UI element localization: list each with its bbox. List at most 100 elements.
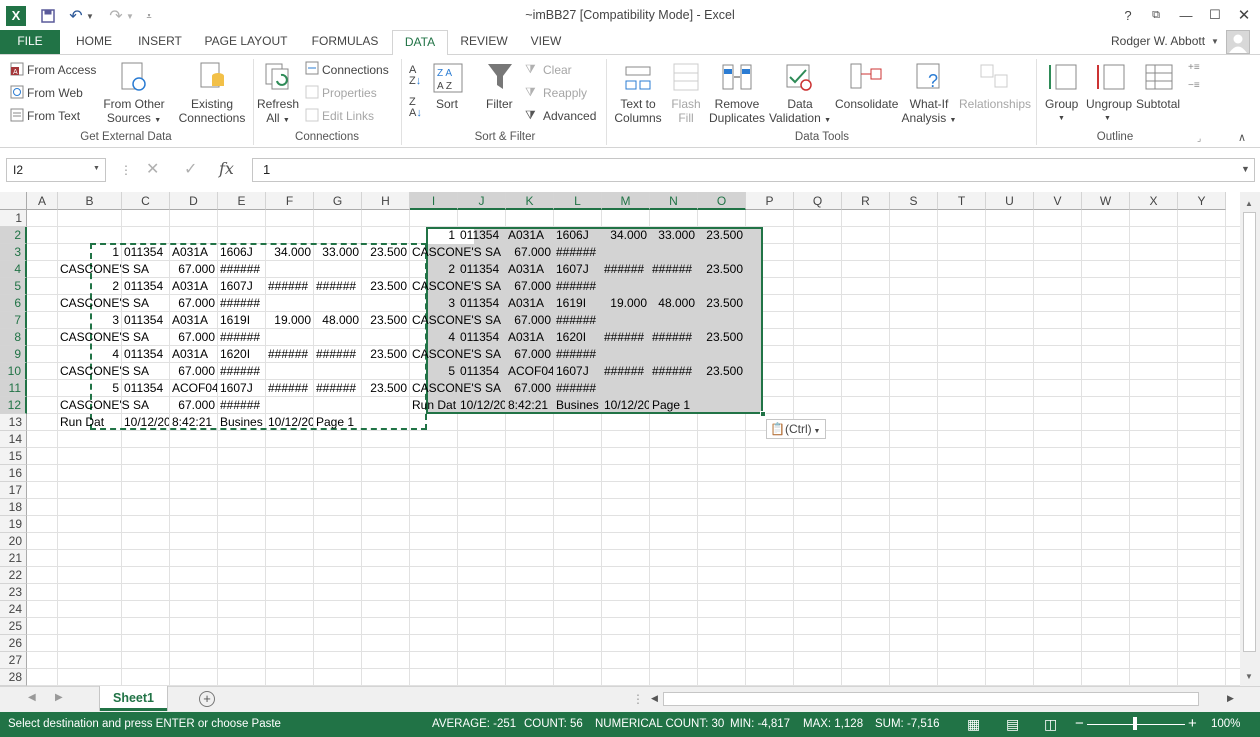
- cell-g13[interactable]: Page 1: [314, 414, 361, 431]
- cell-h11[interactable]: 23.500: [362, 380, 409, 397]
- cell-d6[interactable]: 67.000: [170, 295, 217, 312]
- cell-i3[interactable]: CASCONE'S SA: [410, 244, 504, 261]
- column-header-r[interactable]: R: [842, 192, 890, 210]
- cell-d3[interactable]: A031A: [170, 244, 217, 261]
- cell-o2[interactable]: 23.500: [698, 227, 745, 244]
- column-header-s[interactable]: S: [890, 192, 938, 210]
- cell-e7[interactable]: 1619I: [218, 312, 265, 329]
- help-button[interactable]: ?: [1114, 4, 1142, 26]
- cell-b5[interactable]: 2: [58, 278, 121, 295]
- cell-g5[interactable]: ######: [314, 278, 361, 295]
- row-header-2[interactable]: 2: [0, 227, 27, 244]
- row-header-1[interactable]: 1: [0, 210, 27, 227]
- prev-sheet-icon[interactable]: ◀: [28, 692, 36, 703]
- cell-g3[interactable]: 33.000: [314, 244, 361, 261]
- cell-h5[interactable]: 23.500: [362, 278, 409, 295]
- cell-f11[interactable]: ######: [266, 380, 313, 397]
- name-box-dropdown-icon[interactable]: ▼: [93, 165, 100, 172]
- column-header-w[interactable]: W: [1082, 192, 1130, 210]
- sheet-tab-sheet1[interactable]: Sheet1: [100, 686, 167, 711]
- cell-l3[interactable]: ######: [554, 244, 601, 261]
- cell-d11[interactable]: ACOF04: [170, 380, 217, 397]
- cell-b6[interactable]: CASCONE'S SA: [58, 295, 168, 312]
- cell-l5[interactable]: ######: [554, 278, 601, 295]
- new-sheet-icon[interactable]: +: [199, 691, 215, 707]
- row-header-16[interactable]: 16: [0, 465, 27, 482]
- from-access-button[interactable]: From Access: [27, 63, 96, 77]
- cell-c7[interactable]: 011354: [122, 312, 169, 329]
- cell-h3[interactable]: 23.500: [362, 244, 409, 261]
- cell-e11[interactable]: 1607J: [218, 380, 265, 397]
- zoom-in-icon[interactable]: +: [1188, 715, 1197, 732]
- cell-f13[interactable]: 10/12/20: [266, 414, 313, 431]
- cell-i7[interactable]: CASCONE'S SA: [410, 312, 504, 329]
- cell-e4[interactable]: ######: [218, 261, 265, 278]
- row-header-7[interactable]: 7: [0, 312, 27, 329]
- page-layout-view-icon[interactable]: ▤: [1006, 716, 1019, 733]
- normal-view-icon[interactable]: ▦: [967, 716, 980, 733]
- cell-l4[interactable]: 1607J: [554, 261, 601, 278]
- scroll-down-icon[interactable]: ▼: [1245, 672, 1253, 681]
- cell-e6[interactable]: ######: [218, 295, 265, 312]
- column-header-p[interactable]: P: [746, 192, 794, 210]
- row-header-5[interactable]: 5: [0, 278, 27, 295]
- column-header-i[interactable]: I: [410, 192, 458, 210]
- cell-c9[interactable]: 011354: [122, 346, 169, 363]
- column-header-e[interactable]: E: [218, 192, 266, 210]
- show-detail-icon[interactable]: +≡ −≡: [1188, 59, 1200, 95]
- cell-m10[interactable]: ######: [602, 363, 649, 380]
- cell-k2[interactable]: A031A: [506, 227, 553, 244]
- group-button[interactable]: Group: [1045, 97, 1078, 111]
- cell-b7[interactable]: 3: [58, 312, 121, 329]
- cell-m2[interactable]: 34.000: [602, 227, 649, 244]
- minimize-button[interactable]: —: [1172, 4, 1200, 26]
- tab-review[interactable]: REVIEW: [454, 30, 514, 54]
- scroll-thumb[interactable]: [1243, 212, 1256, 652]
- chevron-down-icon[interactable]: ▼: [1058, 115, 1065, 122]
- row-header-14[interactable]: 14: [0, 431, 27, 448]
- worksheet-grid[interactable]: ABCDEFGHIJKLMNOPQRSTUVWXY 1 2 3 4 5 6 7 8 9 10 11 1…: [0, 192, 1240, 686]
- tab-insert[interactable]: INSERT: [130, 30, 190, 54]
- cell-i9[interactable]: CASCONE'S SA: [410, 346, 504, 363]
- row-header-4[interactable]: 4: [0, 261, 27, 278]
- cell-j2[interactable]: 011354: [458, 227, 505, 244]
- zoom-slider-thumb[interactable]: [1133, 717, 1137, 730]
- cell-k10[interactable]: ACOF04: [506, 363, 553, 380]
- row-header-25[interactable]: 25: [0, 618, 27, 635]
- cell-m4[interactable]: ######: [602, 261, 649, 278]
- cell-k9[interactable]: 67.000: [506, 346, 553, 363]
- sort-descending-icon[interactable]: Z A↓: [409, 97, 422, 119]
- row-header-24[interactable]: 24: [0, 601, 27, 618]
- cell-l2[interactable]: 1606J: [554, 227, 601, 244]
- row-header-26[interactable]: 26: [0, 635, 27, 652]
- ribbon-display-options-icon[interactable]: ⧉: [1142, 4, 1170, 26]
- connections-button[interactable]: Connections: [322, 63, 389, 77]
- cell-k5[interactable]: 67.000: [506, 278, 553, 295]
- remove-duplicates-button[interactable]: Remove Duplicates: [708, 97, 766, 125]
- column-header-x[interactable]: X: [1130, 192, 1178, 210]
- zoom-out-icon[interactable]: −: [1075, 715, 1084, 732]
- cell-l11[interactable]: ######: [554, 380, 601, 397]
- tab-data[interactable]: DATA: [392, 30, 448, 55]
- row-header-22[interactable]: 22: [0, 567, 27, 584]
- hscroll-left-icon[interactable]: ◀: [651, 693, 658, 704]
- cell-l6[interactable]: 1619I: [554, 295, 601, 312]
- tab-formulas[interactable]: FORMULAS: [302, 30, 388, 54]
- cell-h9[interactable]: 23.500: [362, 346, 409, 363]
- cell-b12[interactable]: CASCONE'S SA: [58, 397, 168, 414]
- cell-k7[interactable]: 67.000: [506, 312, 553, 329]
- cell-f7[interactable]: 19.000: [266, 312, 313, 329]
- column-header-h[interactable]: H: [362, 192, 410, 210]
- cell-d5[interactable]: A031A: [170, 278, 217, 295]
- column-header-t[interactable]: T: [938, 192, 986, 210]
- row-header-19[interactable]: 19: [0, 516, 27, 533]
- cell-j6[interactable]: 011354: [458, 295, 505, 312]
- cell-i2[interactable]: 1: [410, 227, 457, 244]
- column-header-n[interactable]: N: [650, 192, 698, 210]
- column-header-o[interactable]: O: [698, 192, 746, 210]
- row-header-28[interactable]: 28: [0, 669, 27, 686]
- row-header-9[interactable]: 9: [0, 346, 27, 363]
- row-header-12[interactable]: 12: [0, 397, 27, 414]
- cell-l7[interactable]: ######: [554, 312, 601, 329]
- cell-k6[interactable]: A031A: [506, 295, 553, 312]
